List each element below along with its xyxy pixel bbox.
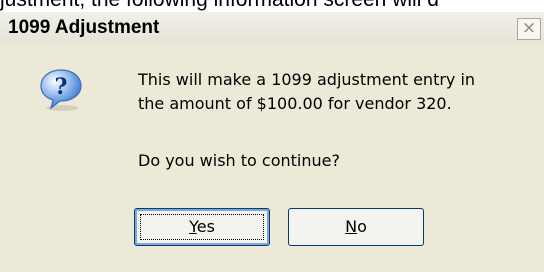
close-button[interactable]: ×	[517, 18, 541, 40]
message-line-2: the amount of $100.00 for vendor 320.	[138, 94, 452, 113]
dialog-window: 1099 Adjustment × ? This will make a 109…	[0, 12, 544, 272]
no-button[interactable]: No	[288, 208, 424, 246]
yes-button[interactable]: Yes	[134, 208, 270, 246]
question-text: Do you wish to continue?	[138, 151, 340, 170]
screen: justment, the following information scre…	[0, 0, 544, 272]
background-document-text: justment, the following information scre…	[0, 0, 544, 12]
close-icon: ×	[521, 18, 537, 38]
focus-rectangle	[140, 214, 264, 240]
no-accelerator: N	[345, 217, 358, 236]
dialog-title: 1099 Adjustment	[8, 17, 160, 38]
svg-text:?: ?	[55, 74, 68, 100]
message-text: This will make a 1099 adjustment entry i…	[138, 68, 475, 116]
no-label-rest: o	[357, 217, 367, 236]
question-icon: ?	[40, 69, 82, 111]
message-line-1: This will make a 1099 adjustment entry i…	[138, 70, 476, 89]
title-bar[interactable]: 1099 Adjustment ×	[0, 12, 544, 44]
